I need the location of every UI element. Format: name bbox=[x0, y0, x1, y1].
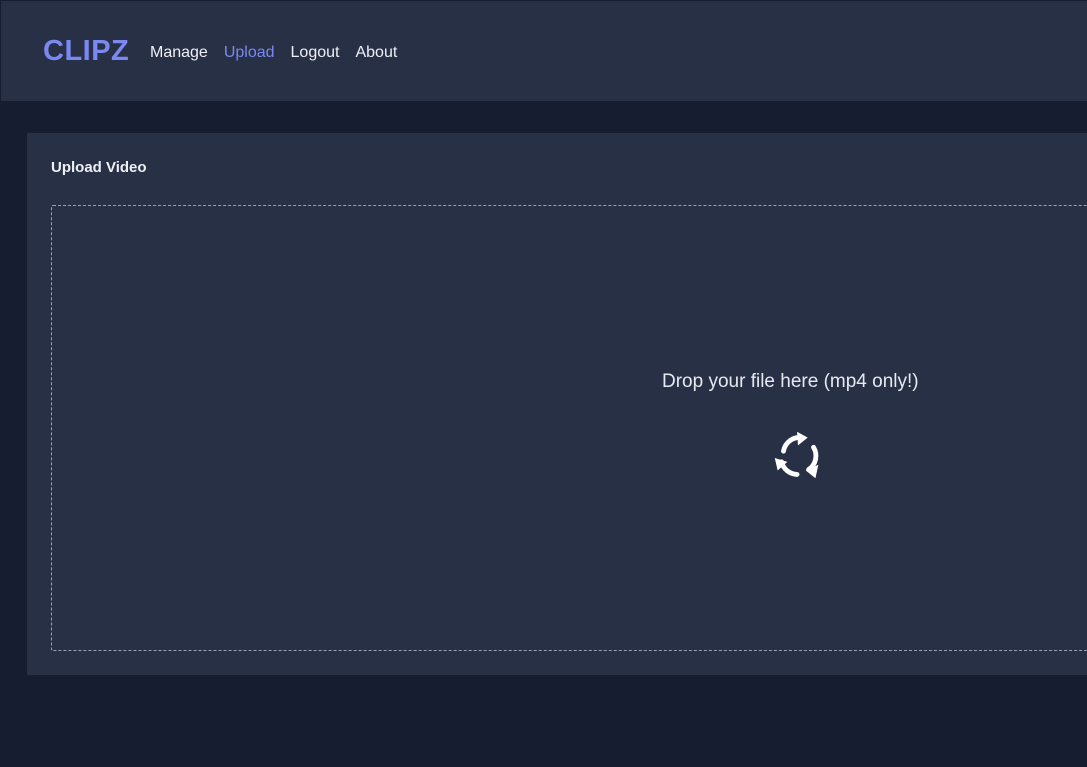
top-navbar: CLIPZ Manage Upload Logout About bbox=[0, 0, 1087, 101]
nav-upload-link[interactable]: Upload bbox=[224, 43, 275, 63]
upload-title: Upload Video bbox=[51, 159, 147, 176]
file-dropzone[interactable]: Drop your file here (mp4 only!) bbox=[51, 205, 1087, 651]
nav-logout-link[interactable]: Logout bbox=[291, 43, 340, 63]
brand-logo[interactable]: CLIPZ bbox=[43, 34, 129, 68]
nav-manage-link[interactable]: Manage bbox=[150, 43, 208, 63]
refresh-icon bbox=[774, 431, 819, 479]
nav-about-link[interactable]: About bbox=[355, 43, 397, 63]
main-nav: Manage Upload Logout About bbox=[150, 43, 397, 63]
dropzone-instruction: Drop your file here (mp4 only!) bbox=[662, 371, 919, 392]
upload-card: Upload Video Drop your file here (mp4 on… bbox=[27, 133, 1087, 675]
